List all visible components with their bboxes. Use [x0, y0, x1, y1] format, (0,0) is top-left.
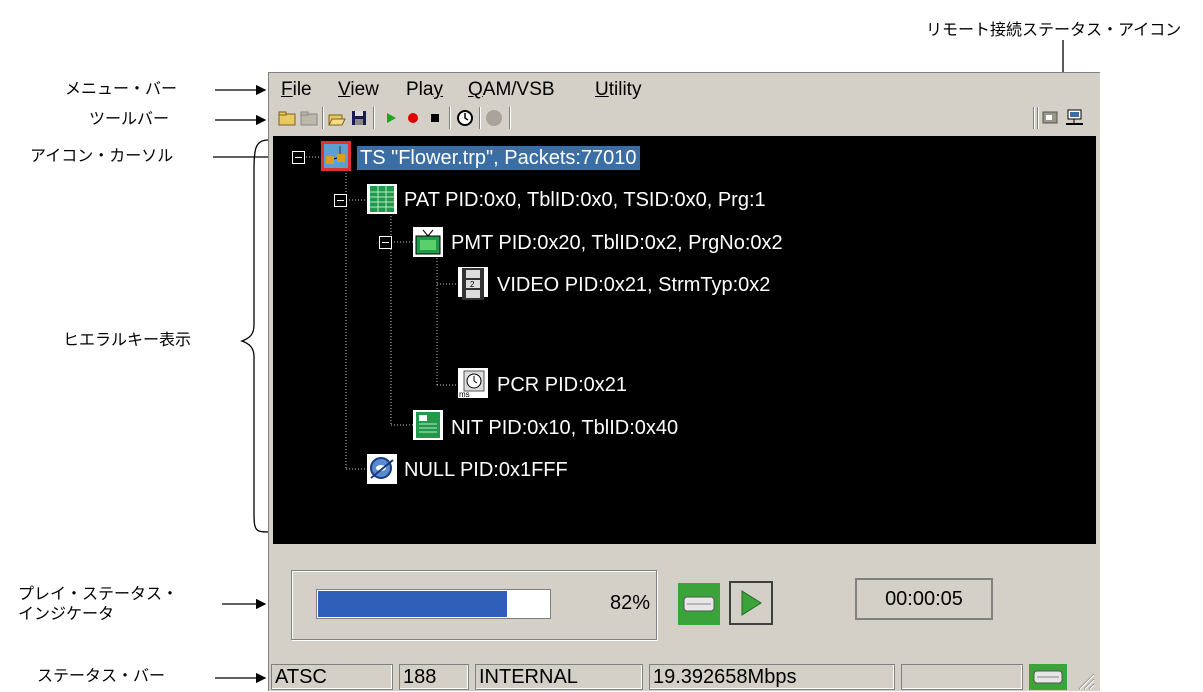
folder-icon[interactable] — [299, 108, 319, 128]
toolbar-separator — [1037, 107, 1039, 129]
record-icon[interactable] — [403, 108, 423, 128]
toolbar-separator — [479, 107, 481, 129]
pmt-tv-icon — [413, 227, 443, 257]
status-rate: 19.392658Mbps — [649, 664, 895, 690]
toolbar-separator — [1033, 107, 1035, 129]
play-icon[interactable] — [381, 108, 401, 128]
nit-node-label[interactable]: NIT PID:0x10, TblID:0x40 — [451, 416, 678, 440]
status-packet-size: 188 — [399, 664, 469, 690]
null-packet-icon — [367, 454, 397, 484]
remote-status-icon[interactable] — [1041, 108, 1061, 128]
network-icon[interactable] — [1065, 108, 1085, 128]
ts-stream-icon — [321, 141, 351, 171]
menu-view[interactable]: View — [338, 79, 379, 101]
resize-grip-icon[interactable] — [1075, 670, 1095, 690]
drive-icon — [683, 596, 715, 612]
ts-node-label[interactable]: TS "Flower.trp", Packets:77010 — [357, 146, 640, 170]
circle-icon[interactable] — [484, 108, 504, 128]
new-folder-icon[interactable] — [277, 108, 297, 128]
menu-qam-vsb[interactable]: QAM/VSB — [468, 79, 555, 101]
play-button[interactable] — [729, 581, 773, 625]
status-standard: ATSC — [271, 664, 393, 690]
nit-table-icon — [413, 410, 443, 440]
toolbar-separator — [449, 107, 451, 129]
drive-button[interactable] — [678, 583, 720, 625]
open-icon[interactable] — [327, 108, 347, 128]
stop-icon[interactable] — [425, 108, 445, 128]
elapsed-time: 00:00:05 — [855, 578, 993, 620]
status-bar: ATSC 188 INTERNAL 19.392658Mbps — [269, 664, 1100, 692]
video-node-label[interactable]: VIDEO PID:0x21, StrmTyp:0x2 — [497, 273, 770, 297]
status-empty — [901, 664, 1023, 690]
status-drive-icon — [1029, 664, 1067, 690]
svg-text:ms: ms — [459, 390, 470, 398]
progress-percent: 82% — [610, 592, 651, 614]
save-icon[interactable] — [349, 108, 369, 128]
progress-bar — [316, 589, 551, 619]
pcr-node-label[interactable]: PCR PID:0x21 — [497, 373, 627, 397]
menu-file[interactable]: File — [281, 79, 312, 101]
toolbar-separator — [322, 107, 324, 129]
play-triangle-icon — [741, 590, 762, 616]
toolbar — [269, 107, 1100, 131]
ts-expander[interactable] — [292, 151, 305, 164]
pat-expander[interactable] — [334, 194, 347, 207]
progress-fill — [318, 591, 507, 617]
menu-utility[interactable]: Utility — [595, 79, 641, 101]
null-node-label[interactable]: NULL PID:0x1FFF — [404, 458, 568, 482]
menu-play[interactable]: Play — [406, 79, 443, 101]
pmt-node-label[interactable]: PMT PID:0x20, TblID:0x2, PrgNo:0x2 — [451, 231, 783, 255]
status-clock-source: INTERNAL — [475, 664, 643, 690]
menu-bar: File View Play QAM/VSB Utility — [269, 79, 1100, 101]
pat-table-icon — [367, 184, 397, 214]
toolbar-separator — [373, 107, 375, 129]
hierarchy-tree[interactable]: TS "Flower.trp", Packets:77010 PAT PID:0… — [273, 136, 1096, 544]
app-window: File View Play QAM/VSB Utility TS "Flowe… — [268, 72, 1100, 691]
video-film-icon: 2 — [458, 267, 488, 300]
pmt-expander[interactable] — [379, 236, 392, 249]
pcr-clock-icon: ms — [458, 368, 488, 399]
clock-icon[interactable] — [455, 108, 475, 128]
toolbar-separator — [509, 107, 511, 129]
play-status-indicator: 82% — [291, 570, 657, 640]
svg-text:2: 2 — [470, 280, 475, 289]
pat-node-label[interactable]: PAT PID:0x0, TblID:0x0, TSID:0x0, Prg:1 — [404, 188, 766, 212]
